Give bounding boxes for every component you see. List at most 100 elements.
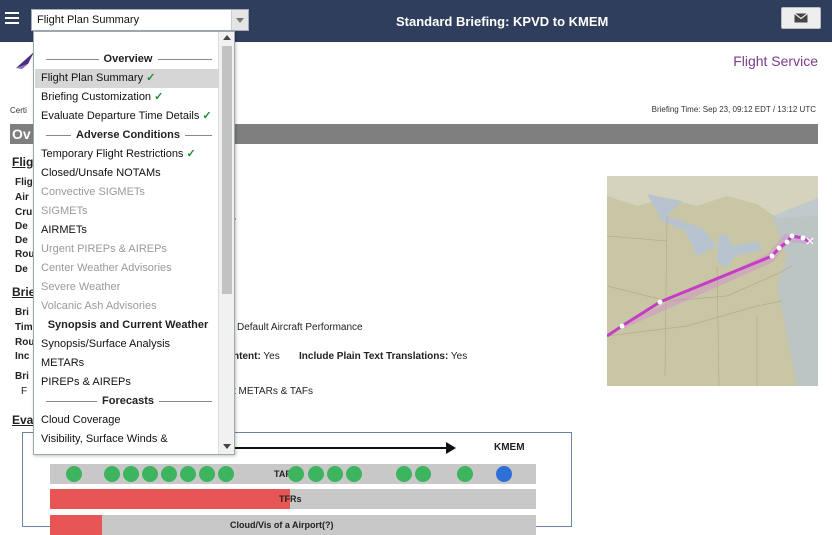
taf-status-dot[interactable] bbox=[66, 466, 82, 482]
flight-label: Cru bbox=[15, 207, 33, 218]
dropdown-item: Urgent PIREPs & AIREPs bbox=[35, 240, 219, 259]
divider bbox=[46, 135, 71, 136]
scroll-down-icon[interactable] bbox=[223, 444, 231, 449]
dropdown-item[interactable]: METARs bbox=[35, 354, 219, 373]
checkmark-icon: ✓ bbox=[154, 91, 164, 103]
cloud-vis-segment[interactable] bbox=[50, 515, 102, 535]
tfr-active-segment[interactable] bbox=[50, 489, 290, 509]
taf-status-dot[interactable] bbox=[396, 466, 412, 482]
chevron-down-icon[interactable] bbox=[231, 10, 248, 30]
section-select-value: Flight Plan Summary bbox=[37, 14, 140, 26]
dropdown-group-heading: Adverse Conditions bbox=[38, 126, 218, 145]
dropdown-group-label: Adverse Conditions bbox=[73, 129, 183, 141]
content-setting: ntent: Yes bbox=[233, 351, 280, 362]
flight-label: Air bbox=[15, 192, 29, 203]
briefing-heading: Brie bbox=[12, 285, 36, 299]
taf-status-dot[interactable] bbox=[161, 466, 177, 482]
briefing-label: Bri bbox=[15, 371, 29, 382]
certification-text: Certi bbox=[10, 106, 27, 115]
dropdown-item-label: Severe Weather bbox=[41, 281, 121, 293]
flight-label: De bbox=[15, 264, 28, 275]
dropdown-item[interactable]: Flight Plan Summary ✓ bbox=[35, 69, 219, 88]
timeline-arrow bbox=[228, 447, 448, 449]
aircraft-performance-value: Default Aircraft Performance bbox=[237, 322, 363, 333]
dropdown-item[interactable]: Temporary Flight Restrictions ✓ bbox=[35, 145, 219, 164]
taf-status-dot[interactable] bbox=[142, 466, 158, 482]
section-heading: Ov bbox=[12, 126, 31, 142]
dropdown-item: Convective SIGMETs bbox=[35, 183, 219, 202]
dropdown-item[interactable]: Briefing Customization ✓ bbox=[35, 88, 219, 107]
dropdown-item-label: Volcanic Ash Advisories bbox=[41, 300, 157, 312]
taf-status-dot[interactable] bbox=[457, 466, 473, 482]
divider bbox=[185, 135, 212, 136]
dropdown-item-label: Closed/Unsafe NOTAMs bbox=[41, 167, 161, 179]
taf-status-dot[interactable] bbox=[199, 466, 215, 482]
dropdown-group-heading: Forecasts bbox=[38, 392, 218, 411]
dropdown-item[interactable]: Evaluate Departure Time Details ✓ bbox=[35, 107, 219, 126]
divider bbox=[46, 59, 99, 60]
dropdown-item-label: Flight Plan Summary bbox=[41, 72, 144, 84]
divider bbox=[157, 59, 212, 60]
dropdown-item-label: Urgent PIREPs & AIREPs bbox=[41, 243, 167, 255]
tfrs-label: TFRs bbox=[279, 494, 302, 504]
section-dropdown-list[interactable]: Overview Flight Plan Summary ✓ Briefing Cus… bbox=[33, 31, 235, 455]
tfrs-bar[interactable]: TFRs bbox=[50, 489, 536, 509]
dropdown-group-label: Overview bbox=[100, 53, 156, 65]
scroll-up-icon[interactable] bbox=[223, 35, 231, 40]
briefing-label: Bri bbox=[15, 307, 29, 318]
dropdown-item[interactable]: PIREPs & AIREPs bbox=[35, 373, 219, 392]
dropdown-group-label: Forecasts bbox=[99, 395, 157, 407]
mail-icon bbox=[794, 13, 808, 23]
email-button[interactable] bbox=[781, 7, 821, 29]
taf-status-dot[interactable] bbox=[288, 466, 304, 482]
scrollbar-thumb[interactable] bbox=[222, 46, 232, 294]
hamburger-menu-icon[interactable] bbox=[5, 9, 19, 25]
dropdown-item-label: METARs bbox=[41, 357, 85, 369]
dropdown-item[interactable]: Synopsis/Surface Analysis bbox=[35, 335, 219, 354]
divider bbox=[46, 401, 97, 402]
metars-tafs-text: t METARs & TAFs bbox=[233, 386, 314, 397]
taf-status-dot[interactable] bbox=[308, 466, 324, 482]
taf-status-dot[interactable] bbox=[123, 466, 139, 482]
dropdown-item: Center Weather Advisories bbox=[35, 259, 219, 278]
taf-status-dot[interactable] bbox=[415, 466, 431, 482]
dropdown-item-label: Briefing Customization bbox=[41, 91, 152, 103]
flight-label: De bbox=[15, 235, 28, 246]
plain-text-label: Include Plain Text Translations: bbox=[299, 351, 449, 362]
taf-status-dot[interactable] bbox=[104, 466, 120, 482]
dropdown-item-label: Visibility, Surface Winds & bbox=[41, 433, 168, 445]
flight-label: De bbox=[15, 221, 28, 232]
taf-status-dot[interactable] bbox=[327, 466, 343, 482]
dropdown-item-label: Evaluate Departure Time Details bbox=[41, 110, 200, 122]
flight-label: Flig bbox=[15, 177, 33, 188]
taf-status-dot[interactable] bbox=[180, 466, 196, 482]
taf-status-dot[interactable] bbox=[346, 466, 362, 482]
dropdown-item[interactable]: Closed/Unsafe NOTAMs bbox=[35, 164, 219, 183]
route-map[interactable] bbox=[607, 176, 818, 386]
destination-label: KMEM bbox=[494, 442, 525, 453]
checkmark-icon: ✓ bbox=[202, 110, 212, 122]
dropdown-item[interactable]: Visibility, Surface Winds & bbox=[35, 430, 219, 449]
divider bbox=[159, 401, 212, 402]
dropdown-item[interactable]: Cloud Coverage bbox=[35, 411, 219, 430]
dropdown-item[interactable]: AIRMETs bbox=[35, 221, 219, 240]
arrow-right-icon bbox=[446, 442, 456, 454]
dropdown-item-label: Synopsis/Surface Analysis bbox=[41, 338, 171, 350]
dropdown-item-label: SIGMETs bbox=[41, 205, 88, 217]
taf-status-dot[interactable] bbox=[218, 466, 234, 482]
section-select[interactable]: Flight Plan Summary bbox=[31, 9, 249, 31]
taf-status-dot-destination[interactable] bbox=[496, 466, 512, 482]
cloud-vis-bar[interactable]: Cloud/Vis of a Airport(?) bbox=[50, 515, 536, 535]
plain-text-value: Yes bbox=[450, 351, 468, 362]
dropdown-item-label: Convective SIGMETs bbox=[41, 186, 145, 198]
dropdown-scrollbar[interactable] bbox=[218, 32, 234, 454]
content-label: ntent: bbox=[233, 351, 261, 362]
flight-service-heading: Flight Service bbox=[733, 53, 818, 69]
dropdown-item-label: Center Weather Advisories bbox=[41, 262, 172, 274]
dropdown-group-heading: Overview bbox=[38, 50, 218, 69]
dropdown-item: Severe Weather bbox=[35, 278, 219, 297]
dropdown-group-heading: Synopsis and Current Weather bbox=[38, 316, 218, 335]
content-value: Yes bbox=[263, 351, 280, 362]
plain-text-setting: Include Plain Text Translations: Yes bbox=[299, 351, 467, 362]
tafs-bar[interactable]: TAFs bbox=[50, 464, 536, 484]
